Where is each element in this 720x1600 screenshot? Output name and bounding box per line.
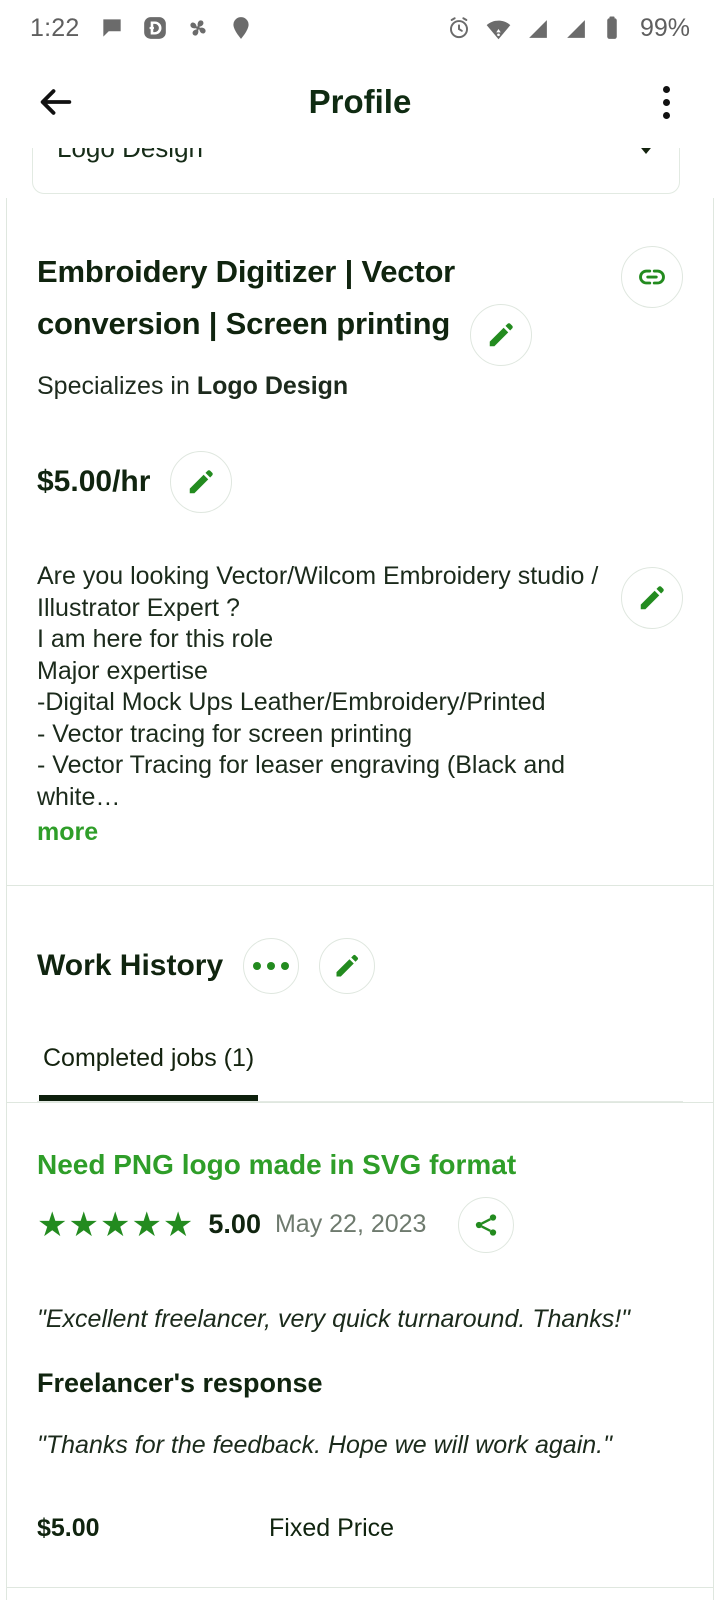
about-more-link[interactable]: more <box>37 817 601 849</box>
hourly-rate-row: $5.00/hr <box>37 401 683 513</box>
pencil-icon <box>640 586 664 610</box>
category-dropdown-container: Logo Design <box>0 148 720 198</box>
status-bar-system-icons: 99% <box>446 14 690 43</box>
about-line: - Vector tracing for screen printing <box>37 719 413 748</box>
profile-scroll-area[interactable]: Logo Design Embroidery Digitizer | Vecto… <box>0 148 720 1600</box>
copy-profile-link-button[interactable] <box>621 246 683 308</box>
client-feedback-quote: "Excellent freelancer, very quick turnar… <box>37 1304 631 1333</box>
review-date: May 22, 2023 <box>274 1210 427 1238</box>
status-bar: 1:22 99% <box>0 0 720 56</box>
share-icon <box>476 1213 497 1236</box>
category-dropdown-value: Logo Design <box>57 148 203 164</box>
overflow-menu-button[interactable] <box>640 74 692 130</box>
status-bar-notification-icons <box>99 15 254 41</box>
review-card: Need PNG logo made in SVG format ★★★★★ 5… <box>6 1102 714 1588</box>
pinwheel-icon <box>190 20 207 36</box>
wifi-icon <box>486 20 511 39</box>
specializes-prefix: Specializes in <box>37 372 197 400</box>
about-description: Are you looking Vector/Wilcom Embroidery… <box>37 561 621 849</box>
signal-1-icon <box>529 19 547 38</box>
edit-headline-circle[interactable] <box>470 304 533 366</box>
edit-about-button[interactable] <box>621 567 683 629</box>
review-score: 5.00 <box>208 1209 261 1239</box>
freelancer-response-quote: "Thanks for the feedback. Hope we will w… <box>37 1430 612 1459</box>
about-line: -Digital Mock Ups Leather/Embroidery/Pri… <box>37 688 546 716</box>
about-row: Are you looking Vector/Wilcom Embroidery… <box>37 513 683 885</box>
work-history-header: Work History <box>37 886 683 994</box>
edit-work-history-button[interactable] <box>319 937 376 994</box>
star-rating-icon: ★★★★★ <box>37 1205 195 1244</box>
headline-row: Embroidery Digitizer | Vector conversion… <box>37 198 683 401</box>
link-icon <box>639 269 665 285</box>
back-button[interactable] <box>28 74 84 130</box>
pencil-icon <box>336 954 359 976</box>
specializes-value: Logo Design <box>196 372 349 400</box>
about-line: I am here for this role <box>37 625 274 653</box>
status-bar-time: 1:22 <box>30 13 80 42</box>
work-history-tabs: Completed jobs (1) <box>37 1044 683 1102</box>
app-bar: Profile <box>0 56 720 148</box>
work-history-card: Work History Completed jobs (1) <box>6 885 714 1103</box>
review-rating-row: ★★★★★ 5.00 May 22, 2023 <box>37 1196 683 1253</box>
alarm-clock-icon <box>449 17 468 39</box>
kebab-menu-icon <box>662 111 670 119</box>
back-arrow-icon <box>40 89 72 115</box>
edit-headline-button[interactable] <box>470 304 533 366</box>
kebab-menu-icon <box>662 85 670 93</box>
review-price-type: Fixed Price <box>269 1513 395 1542</box>
edit-rate-button[interactable] <box>170 451 233 513</box>
portfolio-card: Portfolio (4) <box>6 1587 714 1600</box>
about-line: Are you looking Vector/Wilcom Embroidery… <box>37 562 599 590</box>
portfolio-header: Portfolio (4) <box>37 1588 683 1600</box>
category-dropdown[interactable]: Logo Design <box>32 148 680 194</box>
kebab-menu-icon <box>662 98 670 106</box>
battery-icon <box>607 16 617 39</box>
about-line: Illustrator Expert ? <box>37 593 240 622</box>
profile-overview-card: Embroidery Digitizer | Vector conversion… <box>6 198 714 886</box>
profile-headline-text: Embroidery Digitizer | Vector conversion… <box>37 254 456 341</box>
chat-bubble-icon <box>103 19 122 37</box>
tab-completed-jobs[interactable]: Completed jobs (1) <box>39 1044 259 1101</box>
about-line: Major expertise <box>37 656 208 685</box>
badge-d-icon <box>144 17 167 39</box>
page-title: Profile <box>308 83 412 120</box>
ellipsis-icon <box>253 961 290 970</box>
review-price-row: $5.00 Fixed Price <box>37 1514 683 1587</box>
review-amount: $5.00 <box>37 1513 100 1542</box>
location-pin-icon <box>233 17 250 39</box>
freelancer-response-title: Freelancer's response <box>37 1367 323 1398</box>
work-history-more-button[interactable] <box>243 937 300 994</box>
battery-percent-label: 99% <box>639 13 690 42</box>
review-job-title[interactable]: Need PNG logo made in SVG format <box>37 1103 683 1181</box>
pencil-icon <box>190 470 214 494</box>
pencil-icon <box>490 323 514 347</box>
profile-headline: Embroidery Digitizer | Vector conversion… <box>37 246 607 366</box>
share-review-button[interactable] <box>458 1196 515 1253</box>
chevron-down-icon <box>637 148 655 154</box>
hourly-rate-value: $5.00/hr <box>37 465 151 498</box>
work-history-title: Work History <box>37 948 224 982</box>
about-line: - Vector Tracing for leaser engraving (B… <box>37 751 566 811</box>
specializes-label: Specializes in Logo Design <box>37 372 607 401</box>
signal-2-icon <box>567 19 585 38</box>
